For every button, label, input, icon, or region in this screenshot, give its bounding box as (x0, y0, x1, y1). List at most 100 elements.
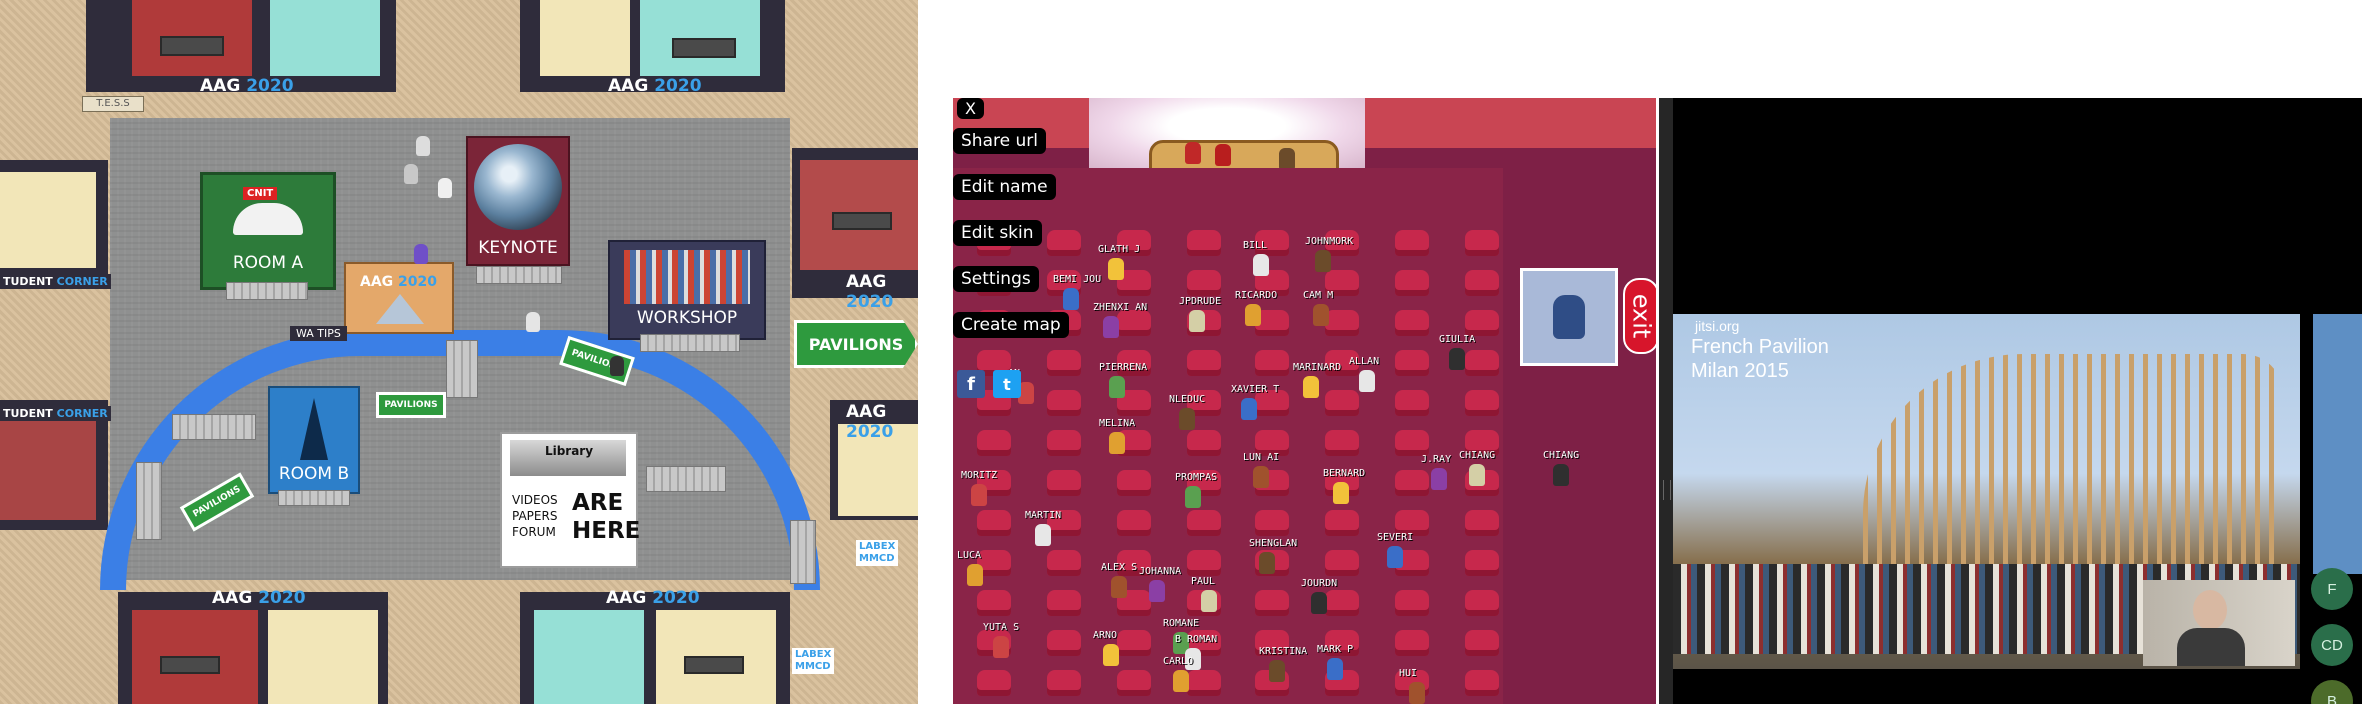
room-b-portal[interactable]: ROOM B (268, 386, 360, 494)
player-avatar[interactable] (1449, 348, 1465, 370)
close-menu-button[interactable]: X (957, 98, 984, 119)
video-conference[interactable]: jitsi.org French Pavilion Milan 2015 F C… (1673, 98, 2362, 704)
player-avatar[interactable] (1311, 592, 1327, 614)
top-room-label-2: AAG 2020 (608, 76, 702, 96)
center-aag-stage: AAG 2020 (344, 262, 454, 334)
settings-button[interactable]: Settings (953, 266, 1039, 292)
player-avatar[interactable] (1359, 370, 1375, 392)
player-avatar[interactable] (1173, 670, 1189, 692)
player-avatar[interactable] (1333, 482, 1349, 504)
participant-avatar[interactable]: F (2311, 568, 2353, 610)
aag-text: AAG (846, 272, 887, 292)
player-avatar[interactable] (1431, 468, 1447, 490)
side-portrait-figure (1553, 295, 1585, 339)
keynote-portal[interactable]: KEYNOTE (466, 136, 570, 266)
exit-button[interactable]: exit (1623, 278, 1656, 354)
participant-avatar[interactable]: B (2311, 680, 2353, 704)
player-avatar[interactable] (993, 636, 1009, 658)
player-avatar[interactable] (1149, 580, 1165, 602)
pane-resize-handle[interactable] (1659, 98, 1673, 704)
twitter-icon[interactable]: t (993, 370, 1021, 398)
campus-map[interactable]: AAG 2020 AAG 2020 T.E.S.S TUDENT CORNER … (0, 0, 918, 704)
bridge-right (646, 466, 726, 492)
pavilions-text: PAVILIONS (384, 400, 438, 410)
pavilions-sign-3[interactable]: PAVILIONS (376, 392, 446, 418)
bottom-right-room-floor (534, 610, 644, 704)
player-avatar[interactable] (1109, 432, 1125, 454)
labex-text: LABEX (859, 541, 896, 552)
player-avatar[interactable] (1179, 408, 1195, 430)
player-avatar[interactable] (1253, 466, 1269, 488)
player-avatar[interactable] (1035, 524, 1051, 546)
create-map-button[interactable]: Create map (953, 312, 1069, 338)
student-corner-sign-2: TUDENT CORNER (0, 406, 111, 421)
right-room-1-table (832, 212, 892, 230)
player-avatar[interactable] (1245, 304, 1261, 326)
player-avatar[interactable] (1109, 376, 1125, 398)
player-name: XAVIER T (1231, 384, 1280, 395)
participant-tiles: F CD B (2303, 568, 2362, 704)
player-avatar[interactable] (1327, 658, 1343, 680)
player-avatar[interactable] (1241, 398, 1257, 420)
player-avatar[interactable] (1201, 590, 1217, 612)
player-avatar[interactable] (1253, 254, 1269, 276)
player-avatar[interactable] (1259, 552, 1275, 574)
participant-initials: B (2326, 692, 2337, 704)
player-name: JPDRUDE (1179, 296, 1222, 307)
aag-year: 2020 (398, 274, 438, 290)
pavilions-big-sign[interactable]: PAVILIONS (794, 320, 918, 368)
player-name: KRISTINA (1259, 646, 1308, 657)
player-avatar[interactable] (1063, 288, 1079, 310)
player-avatar[interactable] (1409, 682, 1425, 704)
wa-tips-sign[interactable]: WA TIPS (290, 326, 347, 341)
room-a-portal[interactable]: CNIT ROOM A (200, 172, 336, 290)
aag-year: 2020 (846, 422, 894, 442)
player-name: LUCA (957, 550, 982, 561)
player-avatar[interactable] (1303, 376, 1319, 398)
facebook-icon[interactable]: f (957, 370, 985, 398)
player-name: ARNO (1093, 630, 1118, 641)
aag-text: AAG (608, 76, 649, 96)
workshop-portal[interactable]: WORKSHOP (608, 240, 766, 340)
presenter-face (2193, 590, 2227, 630)
player-avatar[interactable] (1185, 486, 1201, 508)
player-avatar[interactable] (967, 564, 983, 586)
cnit-logo: CNIT (231, 185, 305, 241)
player-avatar[interactable] (971, 484, 987, 506)
player-avatar[interactable] (1469, 464, 1485, 486)
right-room-label-2: AAG 2020 (846, 402, 918, 442)
keynote-label: KEYNOTE (478, 238, 558, 258)
player-name: J.RAY (1421, 454, 1452, 465)
library-board[interactable]: Library VIDEOS PAPERS FORUM ARE HERE (500, 432, 640, 568)
player-avatar[interactable] (1189, 310, 1205, 332)
edit-name-button[interactable]: Edit name (953, 174, 1056, 200)
aag-text: AAG (606, 588, 647, 608)
student-corner-sign-1: TUDENT CORNER (0, 274, 111, 289)
pavilion-structure (1863, 354, 2283, 574)
player-avatar[interactable] (1387, 546, 1403, 568)
player-avatar[interactable] (1313, 304, 1329, 326)
player-avatar[interactable] (1108, 258, 1124, 280)
player-avatar[interactable] (1111, 576, 1127, 598)
player-name: MORITZ (961, 470, 998, 481)
edit-skin-button[interactable]: Edit skin (953, 220, 1042, 246)
player-avatar[interactable] (1269, 660, 1285, 682)
bottom-right-table (684, 656, 744, 674)
bridge-top (446, 340, 478, 398)
player-avatar[interactable] (1315, 250, 1331, 272)
share-url-button[interactable]: Share url (953, 128, 1046, 154)
side-portrait[interactable] (1520, 268, 1618, 366)
top-right-room-floor-2 (540, 0, 630, 76)
player-name: CHIANG (1459, 450, 1496, 461)
player-avatar[interactable] (1103, 644, 1119, 666)
player-name: MARINARD (1293, 362, 1342, 373)
game-viewport[interactable]: GLATH J BILL JOHNMORK BEMI JOU RICARDO CAM M Z… (953, 98, 1656, 704)
player-avatar[interactable] (1553, 464, 1569, 486)
map-player-6 (610, 356, 624, 376)
player-name: PROMPAS (1175, 472, 1218, 483)
player-name: PAUL (1191, 576, 1216, 587)
right-room-label-1: AAG 2020 (846, 272, 918, 312)
participant-avatar[interactable]: CD (2311, 624, 2353, 666)
player-avatar[interactable] (1103, 316, 1119, 338)
pyramid-shape (376, 294, 424, 324)
